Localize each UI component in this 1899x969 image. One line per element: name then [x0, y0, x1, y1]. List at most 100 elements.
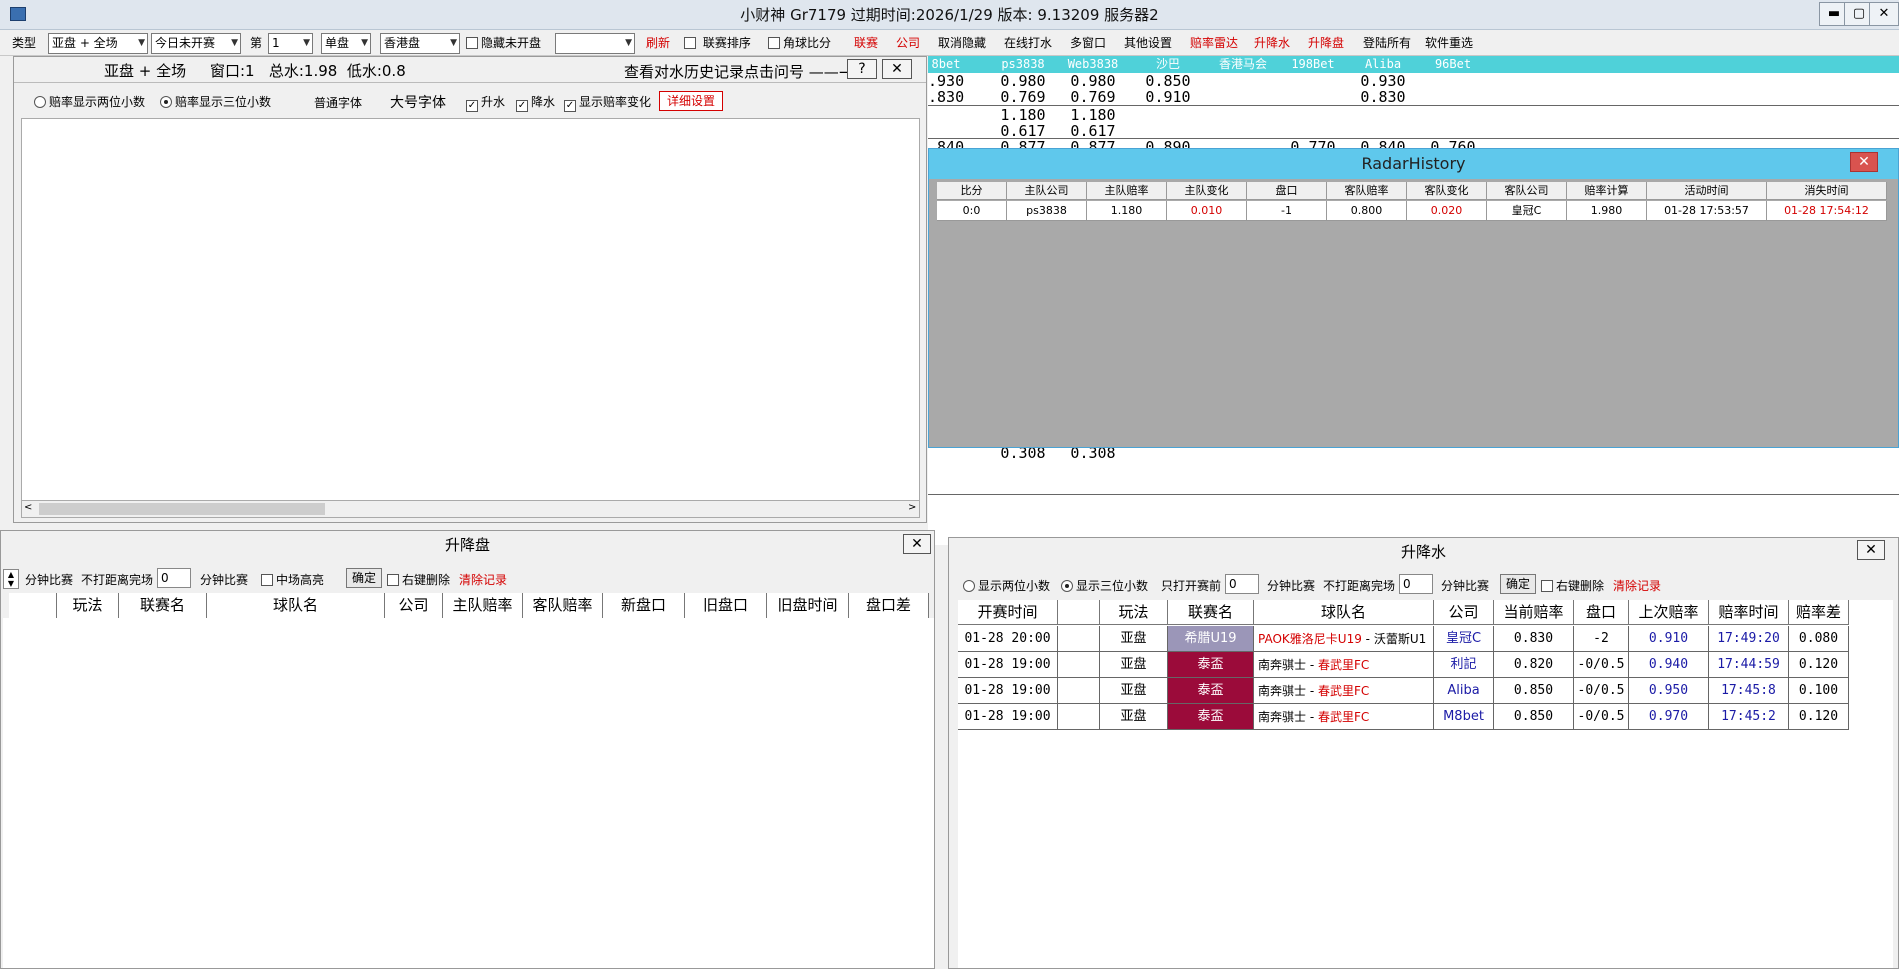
water-table-area: 开赛时间 玩法 联赛名 球队名 公司 当前赔率 盘口 上次赔率 赔率时间 赔率差 01-28 20… — [958, 600, 1893, 968]
line-column-header — [9, 593, 57, 618]
team-cell: PAOK雅洛尼卡U19 - 沃蕾斯U1 — [1254, 626, 1434, 652]
extra-select[interactable]: ▼ — [555, 33, 635, 54]
odds-value: 0.930 — [1360, 72, 1406, 90]
clear-records-button[interactable]: 清除记录 — [459, 571, 507, 588]
water-clear-records-button[interactable]: 清除记录 — [1613, 577, 1661, 594]
empty-cell — [1058, 704, 1100, 730]
scroll-left-icon[interactable]: < — [24, 502, 32, 513]
spin-stepper[interactable]: ▲ ▼ — [3, 569, 19, 589]
water-column-header: 赔率差 — [1789, 600, 1849, 625]
radar-cell: 0.010 — [1167, 201, 1247, 221]
odds-value: 1.180 — [1000, 106, 1046, 124]
radar-table-area: 比分 主队公司 主队赔率 主队变化 盘口 客队赔率 客队变化 客队公司 赔率计算 活动时间 消失时间… — [937, 182, 1887, 432]
radar-table: 比分 主队公司 主队赔率 主队变化 盘口 客队赔率 客队变化 客队公司 赔率计算 活动时间 消失时间… — [937, 182, 1887, 222]
water-two-decimal-radio[interactable]: 显示两位小数 — [963, 577, 1050, 594]
minute-score-label-2: 分钟比赛 — [1441, 579, 1490, 593]
no-far-input[interactable]: 0 — [1399, 574, 1433, 594]
scrollbar-thumb[interactable] — [39, 503, 325, 515]
confirm-button[interactable]: 确定 — [346, 568, 382, 588]
home-team: PAOK雅洛尼卡U19 — [1258, 632, 1362, 646]
water-confirm-button[interactable]: 确定 — [1500, 574, 1536, 594]
water-table-header: 开赛时间 玩法 联赛名 球队名 公司 当前赔率 盘口 上次赔率 赔率时间 赔率差 — [958, 600, 1893, 626]
bookmaker-header: Web3838 — [1067, 57, 1119, 71]
date-select[interactable]: 今日未开赛 ▼ — [151, 33, 241, 54]
company-button[interactable]: 公司 — [896, 33, 920, 53]
water-otime-cell: 17:49:20 — [1709, 626, 1789, 652]
horizontal-scrollbar[interactable]: < > — [21, 500, 920, 518]
odds-radar-button[interactable]: 赔率雷达 — [1190, 33, 1238, 53]
software-reset-button[interactable]: 软件重选 — [1425, 33, 1473, 53]
radar-column-header: 客队公司 — [1487, 182, 1567, 200]
radar-column-header: 主队变化 — [1167, 182, 1247, 200]
login-all-button[interactable]: 登陆所有 — [1363, 33, 1411, 53]
chevron-down-icon: ▼ — [361, 38, 368, 48]
water-last-cell: 0.970 — [1629, 704, 1709, 730]
three-decimal-radio[interactable]: 赔率显示三位小数 — [160, 93, 271, 110]
multi-window-button[interactable]: 多窗口 — [1070, 33, 1106, 53]
water-three-decimal-radio[interactable]: 显示三位小数 — [1061, 577, 1148, 594]
water-last-cell: 0.950 — [1629, 678, 1709, 704]
rise-fall-water-button[interactable]: 升降水 — [1254, 33, 1290, 53]
water-panel-close-button[interactable]: ✕ — [1857, 540, 1885, 560]
bookmaker-header: 198Bet — [1291, 57, 1335, 71]
type-select[interactable]: 亚盘 + 全场 ▼ — [48, 33, 148, 54]
odds-detail-header: 亚盘 + 全场 窗口:1 总水:1.98 低水:0.8 查看对水历史记录点击问号… — [14, 57, 926, 83]
line-column-header: 主队赔率 — [443, 593, 523, 618]
hide-unstarted-checkbox[interactable]: 隐藏未开盘 — [466, 33, 541, 53]
water-column-header: 当前赔率 — [1494, 600, 1574, 625]
radar-column-header: 主队公司 — [1007, 182, 1087, 200]
water-right-delete-checkbox[interactable]: 右键删除 — [1541, 577, 1604, 594]
radar-column-header: 盘口 — [1247, 182, 1327, 200]
odds-grid-header: 8bet ps3838 Web3838 沙巴 香港马会 198Bet Aliba… — [928, 56, 1899, 73]
water-odds-cell: 0.850 — [1494, 678, 1574, 704]
panel-info: 亚盘 + 全场 窗口:1 总水:1.98 低水:0.8 — [104, 62, 406, 80]
online-water-button[interactable]: 在线打水 — [1004, 33, 1052, 53]
show-change-checkbox[interactable]: ✓ 显示赔率变化 — [564, 93, 651, 112]
other-settings-button[interactable]: 其他设置 — [1124, 33, 1172, 53]
large-font-button[interactable]: 大号字体 — [390, 92, 446, 112]
mode-select[interactable]: 单盘 ▼ — [321, 33, 371, 54]
water-column-header: 联赛名 — [1168, 600, 1254, 625]
radar-close-button[interactable]: ✕ — [1850, 152, 1878, 172]
water-table-body: 01-28 20:00 亚盘 希腊U19 PAOK雅洛尼卡U19 - 沃蕾斯U1 皇冠C… — [958, 626, 1893, 730]
normal-font-button[interactable]: 普通字体 — [314, 94, 362, 111]
away-team: 沃蕾斯U1 — [1373, 632, 1427, 646]
water-diff-cell: 0.080 — [1789, 626, 1849, 652]
water-last-cell: 0.940 — [1629, 652, 1709, 678]
close-button[interactable]: ✕ — [1869, 2, 1899, 26]
no-far-input[interactable]: 0 — [157, 568, 191, 588]
scroll-right-icon[interactable]: > — [908, 502, 916, 513]
water-league-cell: 泰盃 — [1168, 652, 1254, 678]
panel-close-button[interactable]: ✕ — [882, 59, 912, 79]
home-team: 南奔骐士 — [1258, 710, 1307, 724]
history-hint: 查看对水历史记录点击问号 ——→ — [624, 63, 852, 81]
corner-score-checkbox[interactable]: 角球比分 — [768, 33, 831, 53]
help-button[interactable]: ? — [847, 59, 877, 79]
radar-cell: 皇冠C — [1487, 201, 1567, 221]
rise-checkbox[interactable]: ✓ 升水 — [466, 93, 505, 112]
detail-settings-button[interactable]: 详细设置 — [659, 91, 723, 111]
team-separator: - — [1306, 710, 1318, 724]
line-panel-close-button[interactable]: ✕ — [903, 534, 931, 554]
refresh-button[interactable]: 刷新 — [646, 33, 670, 53]
water-column-header — [1058, 600, 1100, 625]
two-decimal-radio[interactable]: 赔率显示两位小数 — [34, 93, 145, 110]
radar-cell: 1.980 — [1567, 201, 1647, 221]
rise-fall-line-button[interactable]: 升降盘 — [1308, 33, 1344, 53]
only-before-input[interactable]: 0 — [1225, 574, 1259, 594]
water-time-cell: 01-28 20:00 — [958, 626, 1058, 652]
radar-cell: 01-28 17:54:12 — [1767, 201, 1887, 221]
nth-select[interactable]: 1 ▼ — [268, 33, 313, 54]
league-sort-checkbox[interactable]: 联赛排序 — [684, 33, 751, 53]
water-column-header: 盘口 — [1574, 600, 1629, 625]
radar-column-header: 赔率计算 — [1567, 182, 1647, 200]
company-select[interactable]: 香港盘 ▼ — [380, 33, 460, 54]
empty-cell — [1058, 652, 1100, 678]
window-title: 小财神 Gr7179 过期时间:2026/1/29 版本: 9.13209 服务… — [740, 6, 1159, 24]
fall-checkbox[interactable]: ✓ 降水 — [516, 93, 555, 112]
league-button[interactable]: 联赛 — [854, 33, 878, 53]
water-column-header: 公司 — [1434, 600, 1494, 625]
halftime-checkbox[interactable]: 中场高亮 — [261, 571, 324, 588]
right-delete-checkbox[interactable]: 右键删除 — [387, 571, 450, 588]
cancel-hide-button[interactable]: 取消隐藏 — [938, 33, 986, 53]
